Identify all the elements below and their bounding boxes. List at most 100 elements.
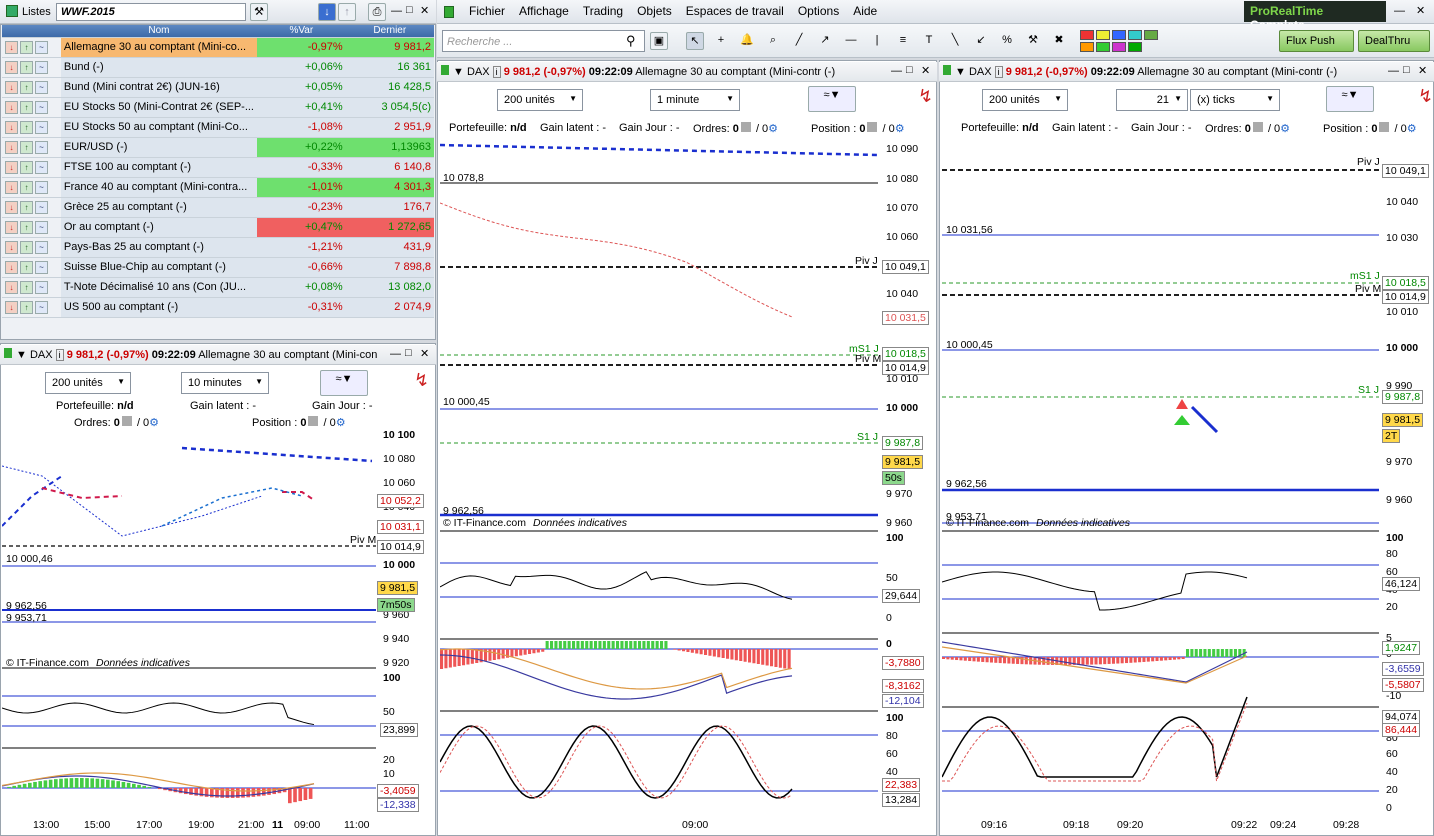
table-row[interactable]: ↓ ↑ ~ T-Note Décimalisé 10 ans (Con (JU... +… <box>2 277 434 298</box>
buy-icon[interactable]: ↑ <box>20 220 33 234</box>
chart-close-icon[interactable]: ✕ <box>921 64 930 77</box>
close-position-icon[interactable] <box>867 122 878 132</box>
color-swatch-icon[interactable] <box>1112 30 1126 40</box>
gear-icon[interactable]: ⚙ <box>768 123 778 135</box>
trade-icon[interactable]: ↯ <box>1418 86 1433 107</box>
color-swatch-icon[interactable] <box>1128 30 1142 40</box>
units-select[interactable]: 200 unités <box>982 89 1068 111</box>
gear-icon[interactable]: ⚙ <box>895 123 905 135</box>
table-row[interactable]: ↓ ↑ ~ Grèce 25 au comptant (-) -0,23% 176,7 <box>2 197 434 218</box>
menu-fichier[interactable]: Fichier <box>462 4 512 18</box>
chart-canvas-ticks[interactable] <box>942 137 1379 832</box>
ray-icon[interactable]: ↗ <box>816 32 834 50</box>
instrument-name[interactable]: Or au comptant (-) <box>60 217 257 238</box>
instrument-name[interactable]: Pays-Bas 25 au comptant (-) <box>60 237 257 258</box>
instrument-name[interactable]: Suisse Blue-Chip au comptant (-) <box>60 257 257 278</box>
chart-minimize-icon[interactable]: — <box>891 65 902 77</box>
table-row[interactable]: ↓ ↑ ~ Allemagne 30 au comptant (Mini-co... -… <box>2 37 434 58</box>
move-down-icon[interactable]: ↓ <box>318 3 336 21</box>
sell-icon[interactable]: ↓ <box>5 220 18 234</box>
sell-icon[interactable]: ↓ <box>5 60 18 74</box>
table-row[interactable]: ↓ ↑ ~ FTSE 100 au comptant (-) -0,33% 6 140,8 <box>2 157 434 178</box>
chart-icon[interactable]: ~ <box>35 280 48 294</box>
chart-maximize-icon[interactable]: □ <box>1403 64 1410 76</box>
buy-icon[interactable]: ↑ <box>20 60 33 74</box>
buy-icon[interactable]: ↑ <box>20 120 33 134</box>
chart-icon[interactable]: ~ <box>35 140 48 154</box>
instrument-name[interactable]: France 40 au comptant (Mini-contra... <box>60 177 257 198</box>
instrument-name[interactable]: US 500 au comptant (-) <box>60 297 257 318</box>
channel-icon[interactable]: ╲ <box>946 32 964 50</box>
chart-minimize-icon[interactable]: — <box>390 348 401 360</box>
sell-icon[interactable]: ↓ <box>5 140 18 154</box>
gear-icon[interactable]: ⚙ <box>336 417 346 429</box>
color-swatch-icon[interactable] <box>1144 30 1158 40</box>
instrument-name[interactable]: Bund (-) <box>60 57 257 78</box>
info-icon[interactable]: i <box>55 349 64 361</box>
indicators-icon[interactable]: ≈▼ <box>1326 86 1374 112</box>
chart-symbol[interactable]: DAX <box>30 349 53 361</box>
flux-push-button[interactable]: Flux Push <box>1279 30 1354 52</box>
sell-icon[interactable]: ↓ <box>5 280 18 294</box>
chart-icon[interactable]: ~ <box>35 260 48 274</box>
chart-icon[interactable]: ~ <box>35 120 48 134</box>
buy-icon[interactable]: ↑ <box>20 260 33 274</box>
sell-icon[interactable]: ↓ <box>5 40 18 54</box>
instrument-name[interactable]: T-Note Décimalisé 10 ans (Con (JU... <box>60 277 257 298</box>
col-name[interactable]: Nom <box>60 25 257 38</box>
buy-icon[interactable]: ↑ <box>20 240 33 254</box>
sell-icon[interactable]: ↓ <box>5 120 18 134</box>
menu-espaces[interactable]: Espaces de travail <box>679 4 791 18</box>
instrument-name[interactable]: EU Stocks 50 (Mini-Contrat 2€ (SEP-... <box>60 97 257 118</box>
line-icon[interactable]: ╱ <box>790 32 808 50</box>
sell-icon[interactable]: ↓ <box>5 260 18 274</box>
table-row[interactable]: ↓ ↑ ~ EUR/USD (-) +0,22% 1,13963 <box>2 137 434 158</box>
screen-icon[interactable]: ▣ <box>650 32 668 50</box>
menu-objets[interactable]: Objets <box>630 4 679 18</box>
chart-icon[interactable]: ~ <box>35 300 48 314</box>
chart-icon[interactable]: ~ <box>35 180 48 194</box>
table-row[interactable]: ↓ ↑ ~ Suisse Blue-Chip au comptant (-) -0,66… <box>2 257 434 278</box>
chart-icon[interactable]: ~ <box>35 60 48 74</box>
print-icon[interactable]: ⎙ <box>368 3 386 21</box>
lists-icon[interactable] <box>6 5 18 17</box>
chart-maximize-icon[interactable]: □ <box>405 347 412 359</box>
color-swatch-icon[interactable] <box>1096 30 1110 40</box>
color-swatch-icon[interactable] <box>1128 42 1142 52</box>
table-row[interactable]: ↓ ↑ ~ EU Stocks 50 au comptant (Mini-Co... -… <box>2 117 434 138</box>
close-icon[interactable]: ✕ <box>420 4 429 17</box>
trash-icon[interactable]: ✖ <box>1050 32 1068 50</box>
indicators-icon[interactable]: ≈▼ <box>320 370 368 396</box>
buy-icon[interactable]: ↑ <box>20 40 33 54</box>
gear-icon[interactable]: ⚙ <box>149 417 159 429</box>
chart-icon[interactable]: ~ <box>35 80 48 94</box>
maximize-icon[interactable]: □ <box>406 4 413 16</box>
col-last[interactable]: Dernier <box>345 25 434 38</box>
buy-icon[interactable]: ↑ <box>20 200 33 214</box>
color-swatch-icon[interactable] <box>1080 42 1094 52</box>
window-minimize-icon[interactable]: — <box>1394 5 1405 17</box>
fan-icon[interactable]: ↙ <box>972 32 990 50</box>
zoom-icon[interactable]: ⌕ <box>764 32 782 50</box>
instrument-name[interactable]: EU Stocks 50 au comptant (Mini-Co... <box>60 117 257 138</box>
info-icon[interactable]: i <box>994 66 1003 78</box>
table-row[interactable]: ↓ ↑ ~ Bund (Mini contrat 2€) (JUN-16) +0,05%… <box>2 77 434 98</box>
fibonacci-icon[interactable]: ≡ <box>894 32 912 50</box>
close-orders-icon[interactable] <box>121 416 132 426</box>
chart-icon[interactable]: ~ <box>35 220 48 234</box>
dealthru-button[interactable]: DealThru <box>1358 30 1430 52</box>
percent-icon[interactable]: % <box>998 32 1016 50</box>
color-swatch-icon[interactable] <box>1080 30 1094 40</box>
buy-icon[interactable]: ↑ <box>20 300 33 314</box>
close-orders-icon[interactable] <box>740 122 751 132</box>
instrument-name[interactable]: FTSE 100 au comptant (-) <box>60 157 257 178</box>
search-input[interactable]: Recherche ... <box>442 30 645 52</box>
buy-icon[interactable]: ↑ <box>20 80 33 94</box>
table-row[interactable]: ↓ ↑ ~ Or au comptant (-) +0,47% 1 272,65 <box>2 217 434 238</box>
move-up-icon[interactable]: ↑ <box>338 3 356 21</box>
gear-icon[interactable]: ⚙ <box>1407 123 1417 135</box>
sell-icon[interactable]: ↓ <box>5 160 18 174</box>
gear-icon[interactable]: ⚙ <box>1280 123 1290 135</box>
color-swatch-icon[interactable] <box>1096 42 1110 52</box>
minimize-icon[interactable]: — <box>391 5 402 17</box>
